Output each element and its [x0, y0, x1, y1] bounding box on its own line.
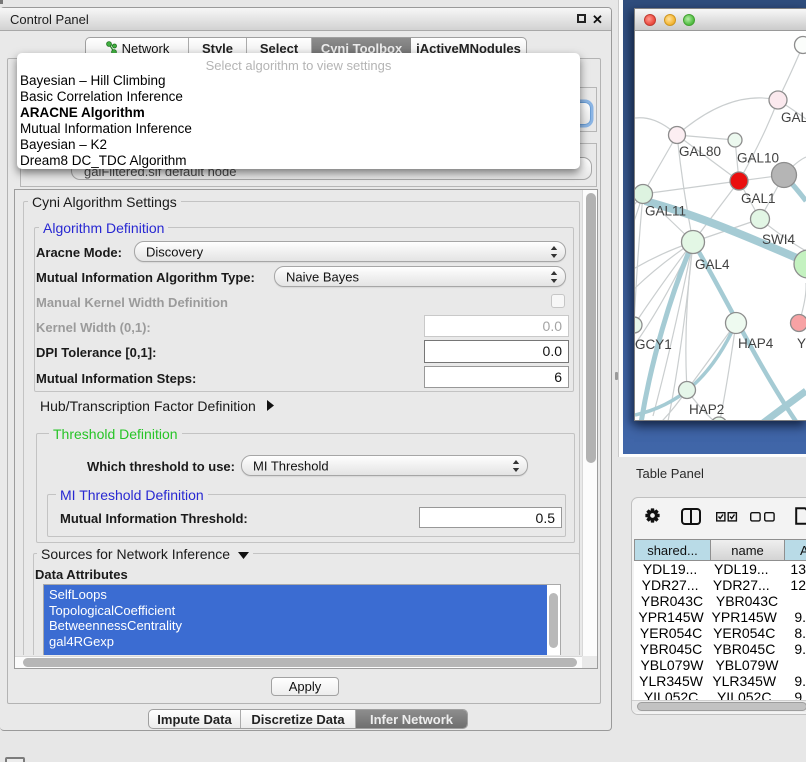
- svg-text:Y: Y: [797, 336, 806, 351]
- svg-text:SWI4: SWI4: [762, 232, 795, 247]
- svg-text:HAP4: HAP4: [738, 336, 774, 351]
- svg-text:GAL1: GAL1: [741, 191, 776, 206]
- svg-text:GAL4: GAL4: [695, 257, 730, 272]
- svg-text:GAL10: GAL10: [737, 151, 779, 166]
- svg-text:GAL80: GAL80: [679, 144, 721, 159]
- svg-text:GAL2: GAL2: [781, 110, 806, 125]
- svg-text:HAP2: HAP2: [689, 402, 724, 417]
- svg-text:GAL11: GAL11: [645, 204, 686, 219]
- svg-text:GCY1: GCY1: [635, 337, 672, 352]
